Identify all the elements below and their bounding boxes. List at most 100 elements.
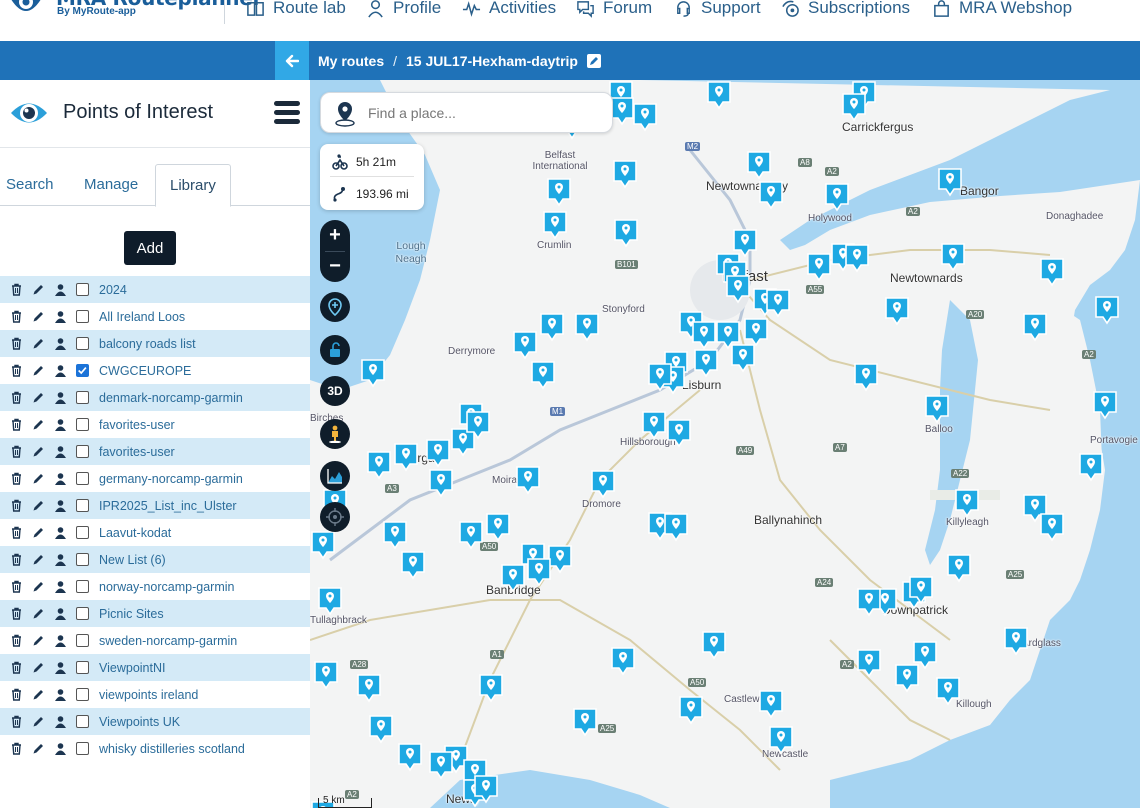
poi-marker-icon[interactable]: [647, 362, 673, 392]
poi-marker-icon[interactable]: [478, 673, 504, 703]
nav-support[interactable]: Support: [674, 0, 761, 20]
list-item-label[interactable]: favorites-user: [99, 418, 175, 432]
poi-marker-icon[interactable]: [884, 296, 910, 326]
poi-marker-icon[interactable]: [397, 742, 423, 772]
list-item-label[interactable]: sweden-norcamp-garmin: [99, 634, 237, 648]
pencil-icon[interactable]: [32, 499, 45, 512]
poi-marker-icon[interactable]: [1003, 626, 1029, 656]
trash-icon[interactable]: [10, 634, 23, 647]
poi-marker-icon[interactable]: [844, 243, 870, 273]
share-user-icon[interactable]: [54, 310, 67, 323]
pencil-icon[interactable]: [32, 634, 45, 647]
street-view-button[interactable]: [320, 419, 350, 449]
list-checkbox[interactable]: [76, 526, 89, 539]
pencil-icon[interactable]: [32, 526, 45, 539]
trash-icon[interactable]: [10, 364, 23, 377]
pencil-icon[interactable]: [32, 580, 45, 593]
poi-marker-icon[interactable]: [572, 707, 598, 737]
poi-marker-icon[interactable]: [356, 673, 382, 703]
tab-search[interactable]: Search: [6, 164, 54, 206]
trash-icon[interactable]: [10, 391, 23, 404]
trash-icon[interactable]: [10, 526, 23, 539]
place-search-input[interactable]: [368, 103, 598, 123]
trash-icon[interactable]: [10, 715, 23, 728]
poi-marker-icon[interactable]: [632, 102, 658, 132]
pencil-icon[interactable]: [32, 310, 45, 323]
trash-icon[interactable]: [10, 553, 23, 566]
pencil-icon[interactable]: [32, 607, 45, 620]
poi-marker-icon[interactable]: [768, 725, 794, 755]
poi-marker-icon[interactable]: [853, 362, 879, 392]
poi-marker-icon[interactable]: [465, 410, 491, 440]
poi-marker-icon[interactable]: [530, 360, 556, 390]
pencil-icon[interactable]: [32, 391, 45, 404]
trash-icon[interactable]: [10, 499, 23, 512]
poi-marker-icon[interactable]: [746, 150, 772, 180]
poi-marker-icon[interactable]: [693, 348, 719, 378]
poi-marker-icon[interactable]: [946, 553, 972, 583]
poi-marker-icon[interactable]: [428, 750, 454, 780]
nav-route-lab[interactable]: Route lab: [246, 0, 346, 20]
trash-icon[interactable]: [10, 607, 23, 620]
poi-marker-icon[interactable]: [360, 358, 386, 388]
share-user-icon[interactable]: [54, 742, 67, 755]
poi-marker-icon[interactable]: [1022, 312, 1048, 342]
poi-marker-icon[interactable]: [546, 177, 572, 207]
list-checkbox[interactable]: [76, 634, 89, 647]
list-checkbox[interactable]: [76, 364, 89, 377]
poi-marker-icon[interactable]: [485, 512, 511, 542]
list-item-label[interactable]: balcony roads list: [99, 337, 196, 351]
poi-marker-icon[interactable]: [856, 648, 882, 678]
nav-webshop[interactable]: MRA Webshop: [932, 0, 1072, 20]
zoom-in-button[interactable]: +: [320, 220, 350, 251]
share-user-icon[interactable]: [54, 499, 67, 512]
list-item-label[interactable]: 2024: [99, 283, 127, 297]
pencil-icon[interactable]: [32, 283, 45, 296]
list-item-label[interactable]: IPR2025_List_inc_Ulster: [99, 499, 237, 513]
poi-marker-icon[interactable]: [806, 252, 832, 282]
pencil-icon[interactable]: [32, 337, 45, 350]
list-item-label[interactable]: Laavut-kodat: [99, 526, 171, 540]
share-user-icon[interactable]: [54, 283, 67, 296]
pencil-icon[interactable]: [32, 472, 45, 485]
list-checkbox[interactable]: [76, 580, 89, 593]
list-item-label[interactable]: Picnic Sites: [99, 607, 164, 621]
poi-marker-icon[interactable]: [1094, 295, 1120, 325]
menu-hamburger-icon[interactable]: [274, 100, 300, 126]
pencil-icon[interactable]: [32, 364, 45, 377]
poi-marker-icon[interactable]: [940, 242, 966, 272]
poi-marker-icon[interactable]: [856, 587, 882, 617]
list-checkbox[interactable]: [76, 283, 89, 296]
list-checkbox[interactable]: [76, 418, 89, 431]
list-item-label[interactable]: germany-norcamp-garmin: [99, 472, 243, 486]
tab-library[interactable]: Library: [155, 164, 231, 207]
trash-icon[interactable]: [10, 688, 23, 701]
poi-marker-icon[interactable]: [500, 563, 526, 593]
list-checkbox[interactable]: [76, 715, 89, 728]
poi-marker-icon[interactable]: [512, 330, 538, 360]
trash-icon[interactable]: [10, 337, 23, 350]
brand-logo[interactable]: MRA Routeplanner By MyRoute-app: [4, 0, 262, 24]
pencil-icon[interactable]: [32, 742, 45, 755]
trash-icon[interactable]: [10, 445, 23, 458]
poi-marker-icon[interactable]: [313, 660, 339, 690]
poi-marker-icon[interactable]: [894, 663, 920, 693]
list-checkbox[interactable]: [76, 607, 89, 620]
pencil-icon[interactable]: [32, 418, 45, 431]
elevation-profile-button[interactable]: [320, 461, 350, 491]
list-item-label[interactable]: favorites-user: [99, 445, 175, 459]
poi-marker-icon[interactable]: [641, 410, 667, 440]
pencil-icon[interactable]: [32, 445, 45, 458]
trash-icon[interactable]: [10, 310, 23, 323]
list-item-label[interactable]: ViewpointNI: [99, 661, 165, 675]
poi-marker-icon[interactable]: [590, 469, 616, 499]
poi-marker-icon[interactable]: [317, 586, 343, 616]
share-user-icon[interactable]: [54, 688, 67, 701]
list-item-label[interactable]: whisky distilleries scotland: [99, 742, 245, 756]
share-user-icon[interactable]: [54, 364, 67, 377]
back-button[interactable]: [275, 41, 309, 80]
poi-marker-icon[interactable]: [613, 218, 639, 248]
list-item-label[interactable]: norway-norcamp-garmin: [99, 580, 234, 594]
poi-marker-icon[interactable]: [612, 159, 638, 189]
poi-marker-icon[interactable]: [765, 288, 791, 318]
